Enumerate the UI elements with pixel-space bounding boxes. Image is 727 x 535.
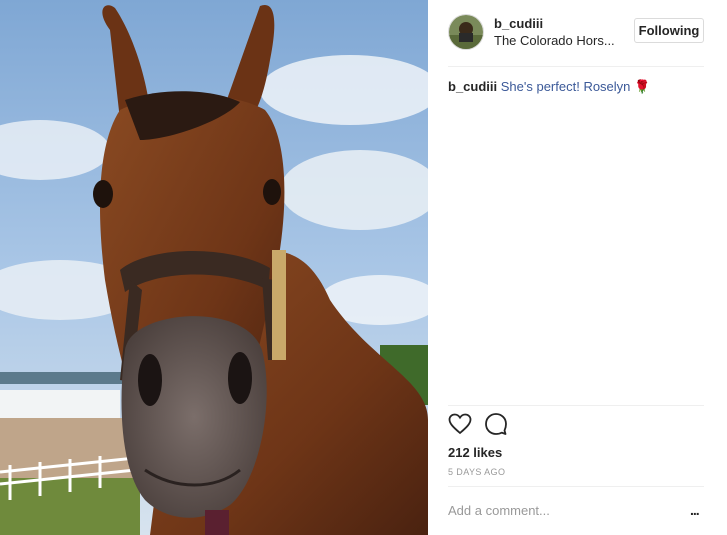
post-photo[interactable] bbox=[0, 0, 428, 535]
username-link[interactable]: b_cudiii bbox=[494, 16, 543, 31]
header-divider bbox=[448, 66, 704, 67]
heart-icon[interactable] bbox=[448, 412, 474, 438]
comment-input[interactable]: Add a comment... bbox=[448, 503, 550, 518]
more-options-icon[interactable]: ... bbox=[690, 502, 700, 518]
following-button[interactable]: Following bbox=[634, 18, 704, 43]
caption-username[interactable]: b_cudiii bbox=[448, 79, 497, 94]
post-details: b_cudiii The Colorado Hors... Following … bbox=[428, 0, 727, 535]
caption-text: She's perfect! Roselyn 🌹 bbox=[500, 79, 651, 94]
post-timestamp: 5 DAYS AGO bbox=[448, 467, 506, 477]
caption: b_cudiii She's perfect! Roselyn 🌹 bbox=[448, 79, 650, 95]
comment-icon[interactable] bbox=[484, 412, 510, 438]
post-header: b_cudiii The Colorado Hors... Following bbox=[448, 14, 710, 52]
avatar[interactable] bbox=[448, 14, 484, 50]
horse-photo bbox=[0, 0, 428, 535]
comment-divider bbox=[448, 486, 704, 487]
location-link[interactable]: The Colorado Hors... bbox=[494, 33, 624, 48]
likes-count[interactable]: 212 likes bbox=[448, 445, 502, 460]
actions-divider bbox=[448, 405, 704, 406]
